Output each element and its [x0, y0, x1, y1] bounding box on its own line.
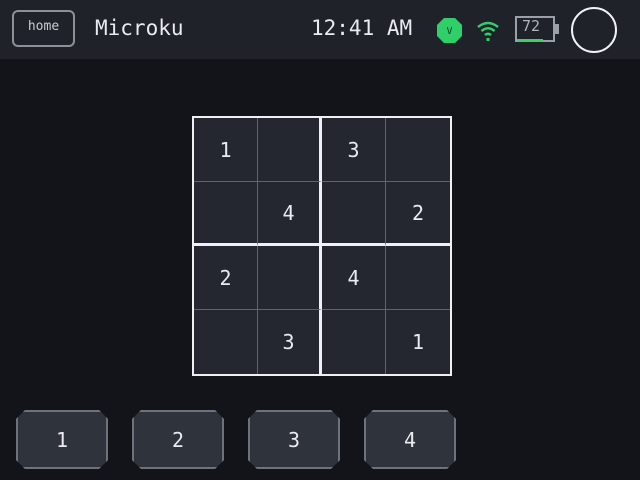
board-cell[interactable]	[386, 118, 450, 182]
board-cell[interactable]	[258, 118, 322, 182]
board-cell[interactable]	[194, 182, 258, 246]
board-cell[interactable]	[194, 310, 258, 374]
numpad-key-3[interactable]: 3	[248, 410, 340, 469]
vpn-shield-icon: V	[437, 18, 462, 43]
board-cell[interactable]: 1	[194, 118, 258, 182]
profile-circle-icon[interactable]	[571, 7, 617, 53]
numpad-key-4[interactable]: 4	[364, 410, 456, 469]
board-cell[interactable]	[258, 246, 322, 310]
numpad-key-2[interactable]: 2	[132, 410, 224, 469]
board-cell[interactable]	[386, 246, 450, 310]
board-cell[interactable]: 3	[322, 118, 386, 182]
top-bar: home Microku 12:41 AM V 72	[0, 0, 640, 59]
battery-level: 72	[522, 17, 541, 35]
board-cell[interactable]: 2	[386, 182, 450, 246]
board-cell[interactable]: 1	[386, 310, 450, 374]
wifi-icon	[477, 21, 499, 41]
app-title: Microku	[95, 16, 184, 40]
sudoku-board: 1 3 4 2 2 4 3 1	[192, 116, 452, 376]
vpn-label: V	[446, 26, 452, 37]
board-cell[interactable]	[322, 310, 386, 374]
numpad-key-1[interactable]: 1	[16, 410, 108, 469]
board-cell[interactable]	[322, 182, 386, 246]
battery-cap	[555, 24, 559, 34]
clock: 12:41 AM	[311, 16, 413, 40]
home-button[interactable]: home	[12, 10, 75, 47]
board-cell[interactable]: 4	[322, 246, 386, 310]
board-cell[interactable]: 3	[258, 310, 322, 374]
board-cell[interactable]: 4	[258, 182, 322, 246]
battery-fill	[517, 39, 543, 42]
battery-icon: 72	[515, 16, 561, 44]
board-cell[interactable]: 2	[194, 246, 258, 310]
